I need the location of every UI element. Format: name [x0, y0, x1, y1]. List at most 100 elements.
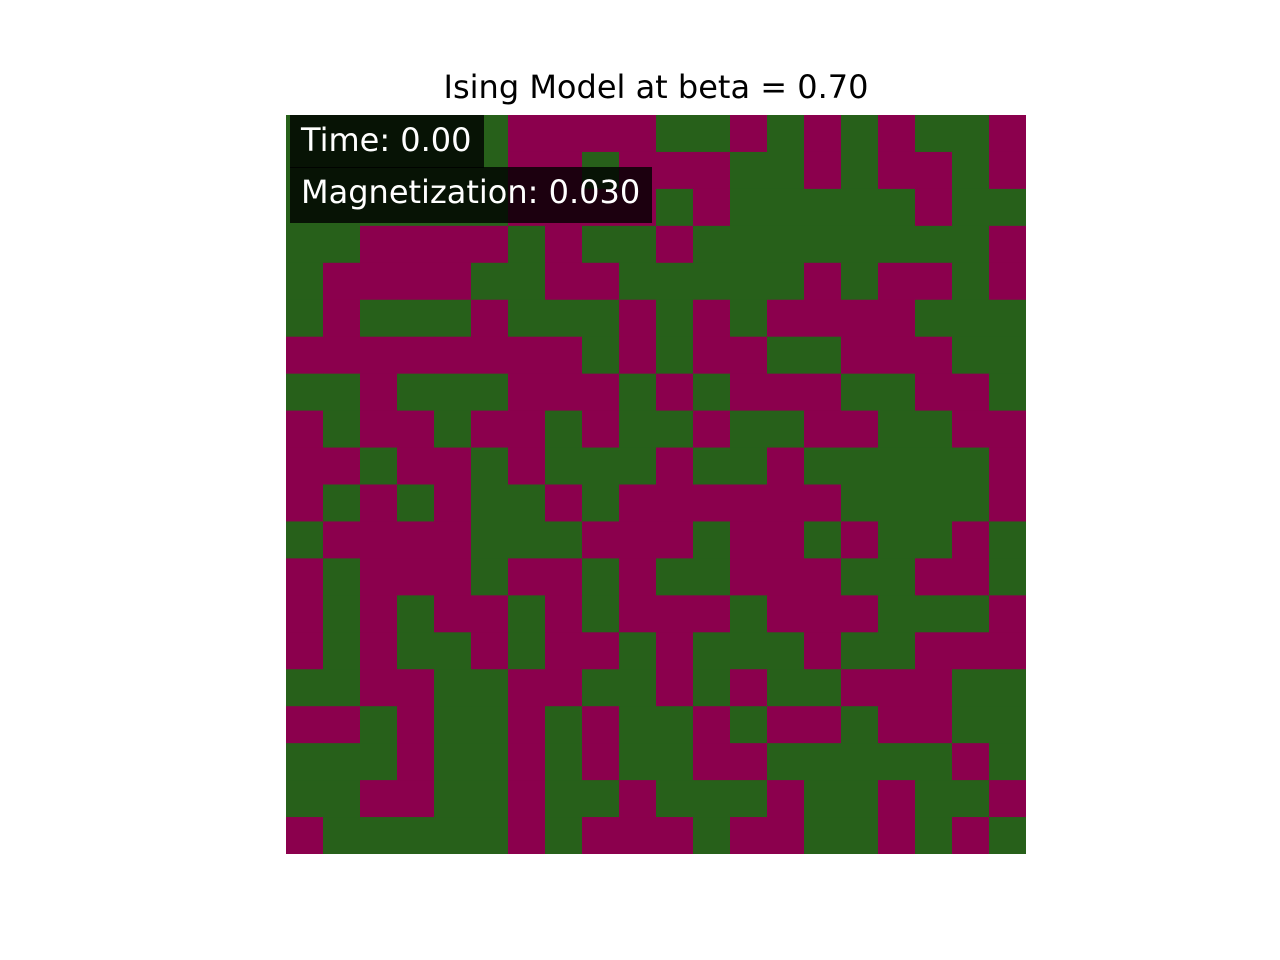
- spin-cell-r1-c15: [841, 151, 879, 190]
- spin-cell-r1-c17: [915, 151, 953, 190]
- spin-cell-r17-c14: [804, 743, 842, 781]
- spin-cell-r15-c2: [360, 669, 398, 707]
- spin-cell-r16-c14: [804, 706, 842, 744]
- spin-cell-r6-c18: [952, 336, 990, 375]
- spin-cell-r3-c8: [582, 225, 620, 264]
- spin-cell-r10-c5: [471, 484, 509, 523]
- spin-cell-r7-c1: [323, 373, 361, 412]
- spin-cell-r17-c12: [730, 743, 768, 781]
- spin-cell-r15-c6: [508, 669, 546, 707]
- spin-cell-r6-c19: [989, 336, 1026, 375]
- spin-cell-r16-c17: [915, 706, 953, 744]
- spin-cell-r17-c5: [471, 743, 509, 781]
- spin-cell-r2-c13: [767, 188, 805, 227]
- spin-cell-r18-c7: [545, 780, 583, 818]
- spin-cell-r6-c9: [619, 336, 657, 375]
- spin-cell-r8-c4: [434, 410, 472, 449]
- spin-cell-r6-c1: [323, 336, 361, 375]
- spin-cell-r19-c15: [841, 817, 879, 854]
- spin-cell-r17-c0: [286, 743, 324, 781]
- spin-cell-r7-c6: [508, 373, 546, 412]
- spin-cell-r12-c18: [952, 558, 990, 596]
- spin-cell-r4-c4: [434, 262, 472, 301]
- spin-cell-r8-c5: [471, 410, 509, 449]
- spin-cell-r12-c1: [323, 558, 361, 596]
- spin-cell-r8-c7: [545, 410, 583, 449]
- spin-cell-r0-c16: [878, 115, 916, 153]
- spin-cell-r2-c18: [952, 188, 990, 227]
- spin-cell-r9-c10: [656, 447, 694, 486]
- spin-cell-r17-c15: [841, 743, 879, 781]
- spin-cell-r11-c7: [545, 521, 583, 559]
- spin-cell-r13-c7: [545, 595, 583, 633]
- spin-cell-r10-c17: [915, 484, 953, 523]
- spin-cell-r19-c19: [989, 817, 1026, 854]
- spin-cell-r5-c2: [360, 299, 398, 338]
- spin-cell-r15-c8: [582, 669, 620, 707]
- spin-cell-r13-c5: [471, 595, 509, 633]
- spin-cell-r14-c0: [286, 632, 324, 670]
- spin-cell-r9-c13: [767, 447, 805, 486]
- spin-cell-r11-c17: [915, 521, 953, 559]
- spin-cell-r15-c17: [915, 669, 953, 707]
- spin-cell-r10-c3: [397, 484, 435, 523]
- spin-cell-r10-c6: [508, 484, 546, 523]
- spin-cell-r6-c6: [508, 336, 546, 375]
- spin-cell-r6-c13: [767, 336, 805, 375]
- spin-cell-r0-c18: [952, 115, 990, 153]
- spin-cell-r14-c9: [619, 632, 657, 670]
- spin-cell-r7-c7: [545, 373, 583, 412]
- spin-cell-r4-c18: [952, 262, 990, 301]
- spin-cell-r12-c17: [915, 558, 953, 596]
- spin-cell-r4-c9: [619, 262, 657, 301]
- spin-cell-r7-c9: [619, 373, 657, 412]
- spin-cell-r18-c16: [878, 780, 916, 818]
- spin-cell-r4-c15: [841, 262, 879, 301]
- spin-cell-r18-c1: [323, 780, 361, 818]
- spin-cell-r17-c18: [952, 743, 990, 781]
- spin-cell-r1-c18: [952, 151, 990, 190]
- spin-cell-r14-c10: [656, 632, 694, 670]
- spin-cell-r17-c1: [323, 743, 361, 781]
- spin-cell-r17-c11: [693, 743, 731, 781]
- spin-cell-r8-c8: [582, 410, 620, 449]
- spin-cell-r7-c4: [434, 373, 472, 412]
- spin-cell-r16-c11: [693, 706, 731, 744]
- spin-cell-r0-c7: [545, 115, 583, 153]
- spin-cell-r13-c11: [693, 595, 731, 633]
- spin-cell-r15-c18: [952, 669, 990, 707]
- spin-cell-r12-c10: [656, 558, 694, 596]
- spin-cell-r4-c19: [989, 262, 1026, 301]
- spin-cell-r11-c6: [508, 521, 546, 559]
- spin-cell-r10-c15: [841, 484, 879, 523]
- spin-cell-r15-c14: [804, 669, 842, 707]
- spin-cell-r14-c11: [693, 632, 731, 670]
- spin-cell-r0-c6: [508, 115, 546, 153]
- spin-cell-r18-c8: [582, 780, 620, 818]
- spin-cell-r18-c5: [471, 780, 509, 818]
- spin-cell-r10-c16: [878, 484, 916, 523]
- spin-cell-r0-c13: [767, 115, 805, 153]
- spin-cell-r14-c18: [952, 632, 990, 670]
- spin-cell-r13-c19: [989, 595, 1026, 633]
- spin-cell-r14-c17: [915, 632, 953, 670]
- spin-cell-r4-c3: [397, 262, 435, 301]
- spin-cell-r11-c19: [989, 521, 1026, 559]
- spin-cell-r6-c10: [656, 336, 694, 375]
- spin-cell-r8-c6: [508, 410, 546, 449]
- spin-cell-r4-c16: [878, 262, 916, 301]
- spin-cell-r3-c14: [804, 225, 842, 264]
- spin-cell-r2-c16: [878, 188, 916, 227]
- spin-cell-r14-c7: [545, 632, 583, 670]
- spin-cell-r5-c3: [397, 299, 435, 338]
- spin-cell-r4-c17: [915, 262, 953, 301]
- spin-cell-r14-c8: [582, 632, 620, 670]
- spin-cell-r9-c5: [471, 447, 509, 486]
- spin-cell-r0-c14: [804, 115, 842, 153]
- spin-cell-r7-c18: [952, 373, 990, 412]
- spin-cell-r12-c6: [508, 558, 546, 596]
- spin-cell-r4-c7: [545, 262, 583, 301]
- spin-cell-r2-c12: [730, 188, 768, 227]
- spin-cell-r4-c0: [286, 262, 324, 301]
- spin-cell-r19-c5: [471, 817, 509, 854]
